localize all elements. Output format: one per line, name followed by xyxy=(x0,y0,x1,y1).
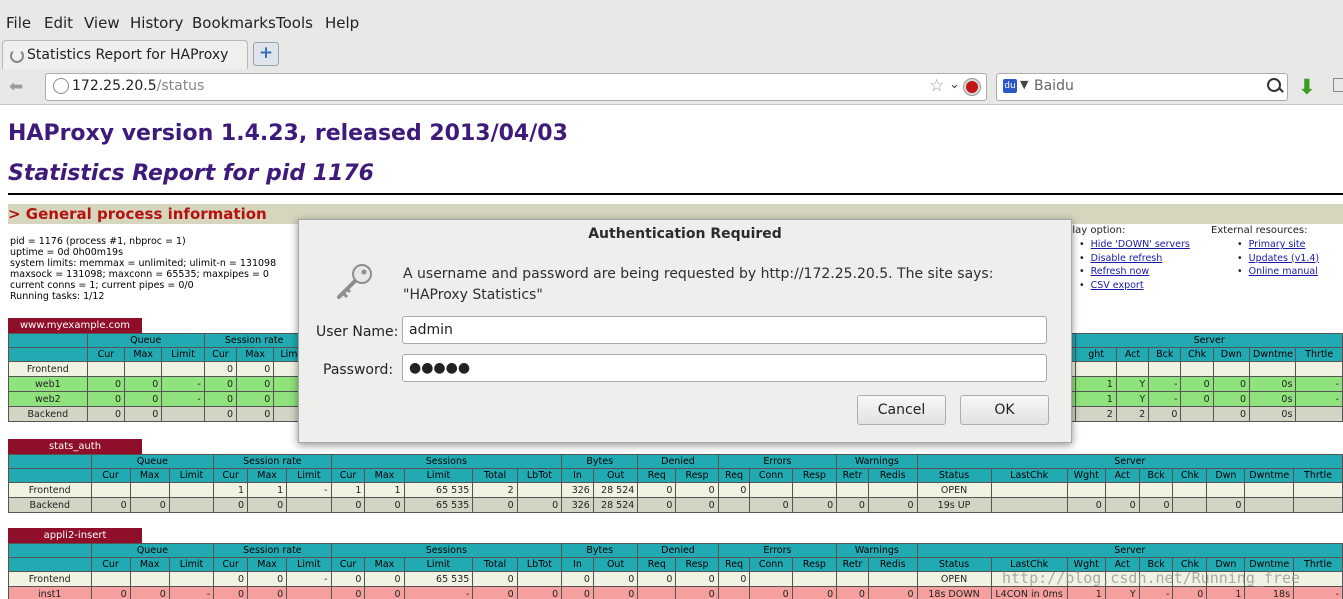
user-name-label: User Name: xyxy=(316,324,399,340)
dialog-overlay: Authentication Required A username and p… xyxy=(0,0,1343,599)
password-input[interactable] xyxy=(402,354,1047,382)
dialog-title: Authentication Required xyxy=(588,226,782,242)
key-icon xyxy=(337,264,372,299)
dialog-message: A username and password are being reques… xyxy=(403,266,994,303)
cancel-button[interactable]: Cancel xyxy=(857,395,946,425)
ok-button[interactable]: OK xyxy=(960,395,1049,425)
user-name-input[interactable] xyxy=(402,316,1047,344)
password-label: Password: xyxy=(323,362,394,378)
authentication-dialog: Authentication Required A username and p… xyxy=(298,219,1072,443)
